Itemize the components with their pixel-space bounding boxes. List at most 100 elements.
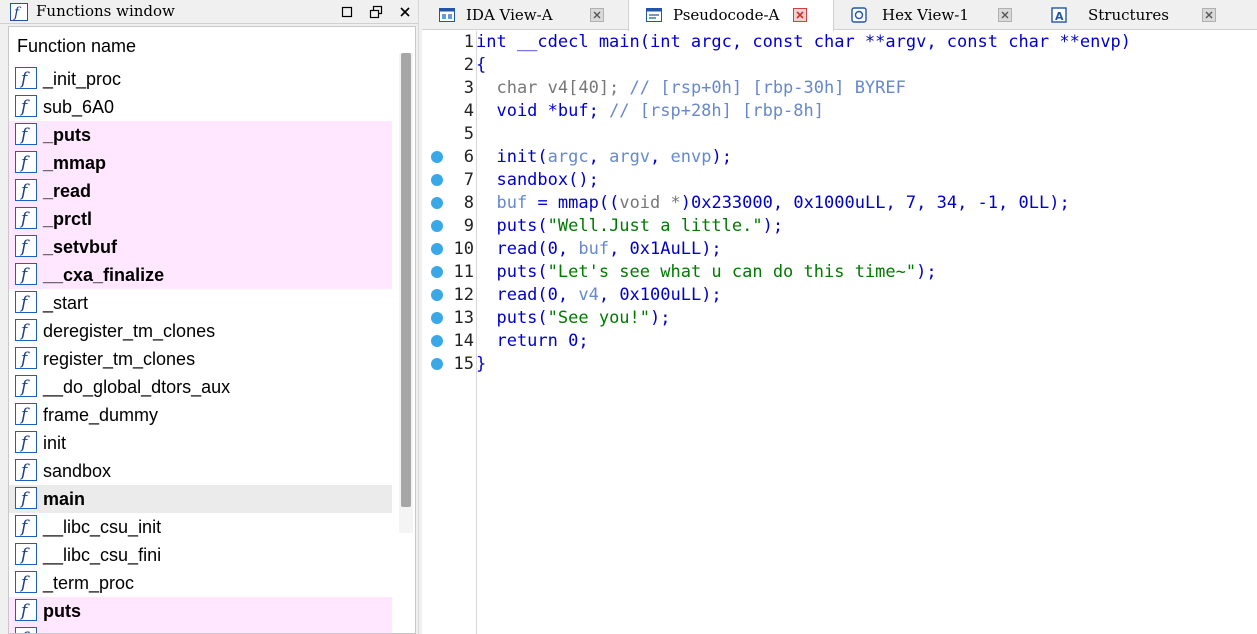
function-name: puts (43, 601, 81, 621)
code-token: { (476, 55, 487, 75)
breakpoint-dot-icon[interactable] (431, 151, 443, 163)
code-token: argc (547, 147, 589, 167)
function-list-item[interactable]: f puts (9, 597, 392, 625)
code-token: puts( (476, 308, 548, 328)
close-icon[interactable] (793, 8, 807, 22)
code-line[interactable]: 4 void *buf; // [rsp+28h] [rbp-8h] (422, 100, 1257, 123)
code-line[interactable]: 1 int __cdecl main(int argc, const char *… (422, 31, 1257, 54)
breakpoint-dot-icon[interactable] (431, 358, 443, 370)
tab-structures[interactable]: A Structures (1034, 0, 1230, 30)
code-line[interactable]: 14 return 0; (422, 330, 1257, 353)
function-list-item[interactable]: f register_tm_clones (9, 345, 392, 373)
minimize-icon[interactable] (338, 3, 356, 21)
close-icon[interactable] (396, 3, 414, 21)
function-list-item[interactable]: f main (9, 485, 392, 513)
code-token: ); (916, 262, 937, 282)
breakpoint-dot-icon[interactable] (431, 197, 443, 209)
function-name: main (43, 489, 86, 509)
function-list-item[interactable]: f _start (9, 289, 392, 317)
breakpoint-dot-icon[interactable] (431, 335, 443, 347)
tab-label: Hex View-1 (882, 6, 969, 24)
close-icon[interactable] (590, 8, 604, 22)
breakpoint-dot-icon[interactable] (431, 243, 443, 255)
code-line[interactable]: 6 init(argc, argv, envp); (422, 146, 1257, 169)
code-line[interactable]: 15} (422, 353, 1257, 376)
function-icon: f (15, 319, 37, 341)
code-token: buf (578, 239, 610, 259)
function-list-item[interactable]: f __libc_csu_fini (9, 541, 392, 569)
line-number: 8 (463, 193, 474, 213)
tab-ida-view-a[interactable]: IDA View-A (422, 0, 628, 30)
function-icon: f (15, 375, 37, 397)
code-line[interactable]: 8 buf = mmap((void *)0x233000, 0x1000uLL… (422, 192, 1257, 215)
function-icon: f (15, 123, 37, 145)
column-header-function-name[interactable]: Function name (17, 35, 136, 57)
code-token: ); (711, 147, 732, 167)
function-list-item[interactable]: f _puts (9, 121, 392, 149)
function-list-item[interactable]: f frame_dummy (9, 401, 392, 429)
function-icon: f (15, 151, 37, 173)
function-list-item[interactable]: f _setvbuf (9, 233, 392, 261)
code-token: puts( (476, 262, 548, 282)
tab-label: IDA View-A (466, 6, 553, 24)
code-line[interactable]: 13 puts("See you!"); (422, 307, 1257, 330)
function-icon: f (15, 627, 37, 633)
code-line[interactable]: 3 char v4[40]; // [rsp+0h] [rbp-30h] BYR… (422, 77, 1257, 100)
function-icon: f (15, 67, 37, 89)
function-list-item[interactable]: f _mmap (9, 149, 392, 177)
function-list-item[interactable]: f init (9, 429, 392, 457)
close-icon[interactable] (1202, 8, 1216, 22)
function-list-item[interactable]: f _prctl (9, 205, 392, 233)
vertical-scrollbar[interactable] (399, 53, 413, 533)
code-token: // [rsp+0h] [rbp-30h] BYREF (629, 78, 906, 98)
function-list-item[interactable]: f __do_global_dtors_aux (9, 373, 392, 401)
code-token: argv (609, 147, 651, 167)
line-number: 1 (463, 32, 474, 52)
code-token: "See you!" (547, 308, 651, 328)
scrollbar-thumb[interactable] (401, 53, 411, 507)
code-line[interactable]: 9 puts("Well.Just a little."); (422, 215, 1257, 238)
tab-pseudocode-a[interactable]: Pseudocode-A (628, 0, 834, 31)
function-list-item[interactable]: f __libc_csu_init (9, 513, 392, 541)
breakpoint-dot-icon[interactable] (431, 220, 443, 232)
function-list-item[interactable]: f _init_proc (9, 65, 392, 93)
code-token: void * (619, 193, 681, 213)
float-window-icon[interactable] (367, 3, 385, 21)
function-list-item[interactable]: f _read (9, 177, 392, 205)
function-list-item[interactable]: f _term_proc (9, 569, 392, 597)
code-token: , (650, 147, 671, 167)
breakpoint-dot-icon[interactable] (431, 174, 443, 186)
function-list-item[interactable]: f (9, 625, 392, 633)
function-icon: f (15, 459, 37, 481)
code-token: )0x233000, 0x1000uLL, 7, 34, -1, 0LL); (680, 193, 1070, 213)
tab-hex-view-1[interactable]: Hex View-1 (834, 0, 1034, 30)
code-token: envp (670, 147, 712, 167)
code-token: , 0x100uLL); (598, 285, 722, 305)
breakpoint-dot-icon[interactable] (431, 289, 443, 301)
line-number: 7 (463, 170, 474, 190)
function-list-item[interactable]: f sandbox (9, 457, 392, 485)
code-line[interactable]: 7 sandbox(); (422, 169, 1257, 192)
line-number: 3 (463, 78, 474, 98)
function-name: _setvbuf (43, 237, 118, 257)
code-line[interactable]: 11 puts("Let's see what u can do this ti… (422, 261, 1257, 284)
code-line[interactable]: 2{ (422, 54, 1257, 77)
structures-icon: A (1051, 7, 1067, 23)
line-number: 6 (463, 147, 474, 167)
code-line[interactable]: 5 (422, 123, 1257, 146)
pseudocode-view[interactable]: 1 int __cdecl main(int argc, const char *… (422, 31, 1257, 634)
svg-text:A: A (1055, 10, 1064, 23)
close-icon[interactable] (998, 8, 1012, 22)
code-text: puts("See you!"); (476, 307, 670, 329)
function-list-item[interactable]: f deregister_tm_clones (9, 317, 392, 345)
code-line[interactable]: 10 read(0, buf, 0x1AuLL); (422, 238, 1257, 261)
function-list-item[interactable]: f sub_6A0 (9, 93, 392, 121)
breakpoint-dot-icon[interactable] (431, 312, 443, 324)
code-token: void *buf; (476, 101, 610, 121)
functions-window-titlebar: f Functions window (0, 0, 418, 24)
code-line[interactable]: 12 read(0, v4, 0x100uLL); (422, 284, 1257, 307)
code-token: v4 (578, 285, 599, 305)
function-list-item[interactable]: f __cxa_finalize (9, 261, 392, 289)
code-token: int __cdecl main(int argc, const char **… (476, 32, 1132, 52)
breakpoint-dot-icon[interactable] (431, 266, 443, 278)
